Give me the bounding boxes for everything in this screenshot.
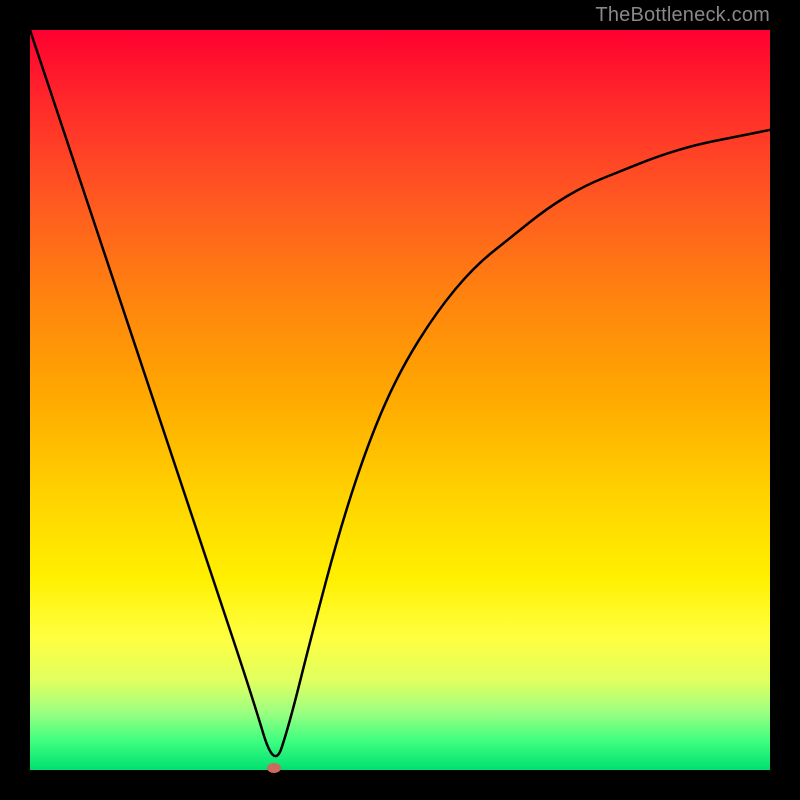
watermark-label: TheBottleneck.com xyxy=(595,4,770,27)
chart-container: TheBottleneck.com xyxy=(0,0,800,800)
bottleneck-curve xyxy=(30,30,770,756)
plot-area xyxy=(30,30,770,770)
curve-layer xyxy=(30,30,770,770)
minimum-marker xyxy=(267,763,281,773)
